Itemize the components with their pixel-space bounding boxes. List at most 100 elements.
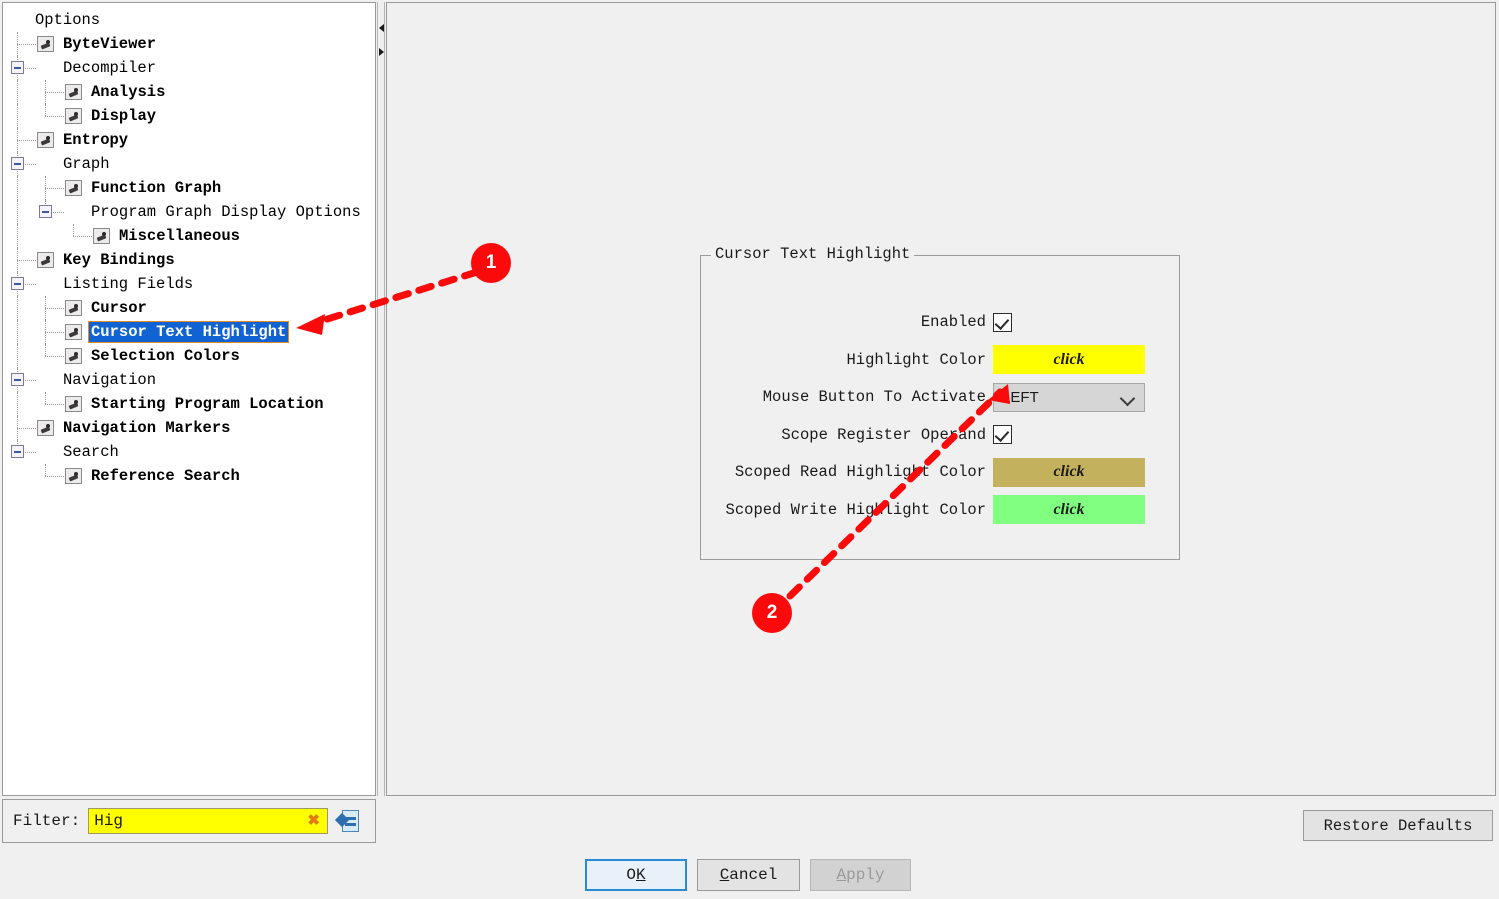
tree-guide-elbow xyxy=(45,332,64,334)
collapse-right-arrow-icon[interactable] xyxy=(379,48,384,56)
tree-guide-line xyxy=(45,320,47,344)
tree-guide-line xyxy=(45,80,47,104)
cancel-button[interactable]: Cancel xyxy=(697,859,800,891)
tree-node-label: Analysis xyxy=(91,83,166,101)
restore-defaults-button[interactable]: Restore Defaults xyxy=(1303,810,1493,841)
apply-button: Apply xyxy=(810,859,911,891)
form-label: Scoped Write Highlight Color xyxy=(725,500,986,519)
tree-collapse-handle[interactable] xyxy=(11,373,24,386)
tree-node-navigation-markers[interactable]: Navigation Markers xyxy=(3,416,375,440)
folder-icon xyxy=(37,445,55,460)
tree-node-label: ByteViewer xyxy=(63,35,157,53)
options-leaf-icon xyxy=(65,84,82,100)
tree-node-byteviewer[interactable]: ByteViewer xyxy=(3,32,375,56)
tree-node-entropy[interactable]: Entropy xyxy=(3,128,375,152)
clear-x-icon[interactable]: ✖ xyxy=(306,813,321,829)
tree-node-label: Search xyxy=(63,443,119,461)
tree-collapse-handle[interactable] xyxy=(11,445,24,458)
tree-guide-line xyxy=(17,80,19,104)
tree-guide-line xyxy=(17,392,19,416)
folder-icon xyxy=(37,277,55,292)
tree-node-cursor-text-highlight[interactable]: Cursor Text Highlight xyxy=(3,320,375,344)
color-swatch-button[interactable]: click xyxy=(993,345,1145,374)
form-control: click xyxy=(993,345,1145,374)
tree-guide-line xyxy=(17,248,19,272)
tree-node-analysis[interactable]: Analysis xyxy=(3,80,375,104)
tree-node-graph[interactable]: Graph xyxy=(3,152,375,176)
form-row: Scoped Write Highlight Color click xyxy=(701,495,1179,524)
form-control xyxy=(993,312,1012,332)
mouse-button-dropdown[interactable]: LEFT xyxy=(993,382,1145,412)
tree-node-navigation[interactable]: Navigation xyxy=(3,368,375,392)
tree-guide-elbow xyxy=(17,428,36,430)
tree-node-label: Reference Search xyxy=(91,467,240,485)
tree-node-listing-fields[interactable]: Listing Fields xyxy=(3,272,375,296)
color-swatch-button[interactable]: click xyxy=(993,495,1145,524)
options-editor-pane: Cursor Text Highlight Enabled Highlight C… xyxy=(386,2,1496,796)
tree-guide-line xyxy=(17,128,19,152)
options-dialog: Options ByteViewer Decompiler Analysis Displ… xyxy=(0,0,1499,899)
tree-node-label: Navigation Markers xyxy=(63,419,231,437)
tree-node-label: Miscellaneous xyxy=(119,227,240,245)
form-label: Mouse Button To Activate xyxy=(762,388,986,406)
options-leaf-icon xyxy=(65,108,82,124)
tree-node-search[interactable]: Search xyxy=(3,440,375,464)
split-pane-divider[interactable] xyxy=(377,2,385,796)
tree-guide-line xyxy=(17,32,19,56)
tree-collapse-handle[interactable] xyxy=(11,157,24,170)
tree-collapse-handle[interactable] xyxy=(39,205,52,218)
collapse-left-arrow-icon[interactable] xyxy=(379,24,384,32)
apply-label-post: pply xyxy=(846,866,885,884)
form-control: click xyxy=(993,457,1145,487)
folder-icon xyxy=(37,157,55,172)
tree-node-program-graph-display-options[interactable]: Program Graph Display Options xyxy=(3,200,375,224)
tree-guide-line xyxy=(17,320,19,344)
options-leaf-icon xyxy=(65,348,82,364)
form-control: click xyxy=(993,495,1145,524)
options-tree[interactable]: Options ByteViewer Decompiler Analysis Displ… xyxy=(3,3,375,488)
checkbox[interactable] xyxy=(993,312,1012,332)
folder-icon xyxy=(37,373,55,388)
tree-node-label: Cursor Text Highlight xyxy=(87,321,290,343)
tree-node-function-graph[interactable]: Function Graph xyxy=(3,176,375,200)
tree-guide-line xyxy=(73,224,75,236)
tree-node-label: Selection Colors xyxy=(91,347,240,365)
options-tree-pane[interactable]: Options ByteViewer Decompiler Analysis Displ… xyxy=(2,2,376,796)
form-row: Highlight Color click xyxy=(701,345,1179,374)
tree-node-key-bindings[interactable]: Key Bindings xyxy=(3,248,375,272)
tree-node-starting-program-location[interactable]: Starting Program Location xyxy=(3,392,375,416)
tree-node-label: Display xyxy=(91,107,157,125)
ok-button[interactable]: OK xyxy=(585,859,687,891)
tree-guide-line xyxy=(17,200,19,224)
color-swatch-button[interactable]: click xyxy=(993,457,1145,487)
tree-node-reference-search[interactable]: Reference Search xyxy=(3,464,375,488)
tree-collapse-handle[interactable] xyxy=(11,61,24,74)
tree-node-display[interactable]: Display xyxy=(3,104,375,128)
options-leaf-icon xyxy=(65,468,82,484)
options-leaf-icon xyxy=(37,420,54,436)
tree-node-label: Listing Fields xyxy=(63,275,194,293)
tree-node-options[interactable]: Options xyxy=(3,8,375,32)
options-leaf-icon xyxy=(37,132,54,148)
checkbox[interactable] xyxy=(993,425,1012,444)
tree-node-selection-colors[interactable]: Selection Colors xyxy=(3,344,375,368)
tree-node-label: Decompiler xyxy=(63,59,157,77)
dropdown-value: LEFT xyxy=(1002,388,1039,406)
filter-input[interactable]: Hig ✖ xyxy=(88,808,329,834)
tree-node-miscellaneous[interactable]: Miscellaneous xyxy=(3,224,375,248)
tree-node-label: Starting Program Location xyxy=(91,395,324,413)
tree-guide-line xyxy=(17,104,19,128)
tree-guide-elbow xyxy=(73,236,92,238)
tree-guide-elbow xyxy=(45,308,64,310)
filter-options-icon[interactable] xyxy=(335,809,361,834)
filter-bar: Filter: Hig ✖ xyxy=(2,799,376,843)
tree-node-cursor[interactable]: Cursor xyxy=(3,296,375,320)
folder-icon xyxy=(37,61,55,76)
tree-node-decompiler[interactable]: Decompiler xyxy=(3,56,375,80)
options-leaf-icon xyxy=(65,396,82,412)
tree-collapse-handle[interactable] xyxy=(11,277,24,290)
group-title: Cursor Text Highlight xyxy=(711,245,915,263)
filter-input-value: Hig xyxy=(94,812,124,830)
tree-guide-elbow xyxy=(45,188,64,190)
form-control xyxy=(993,425,1012,444)
